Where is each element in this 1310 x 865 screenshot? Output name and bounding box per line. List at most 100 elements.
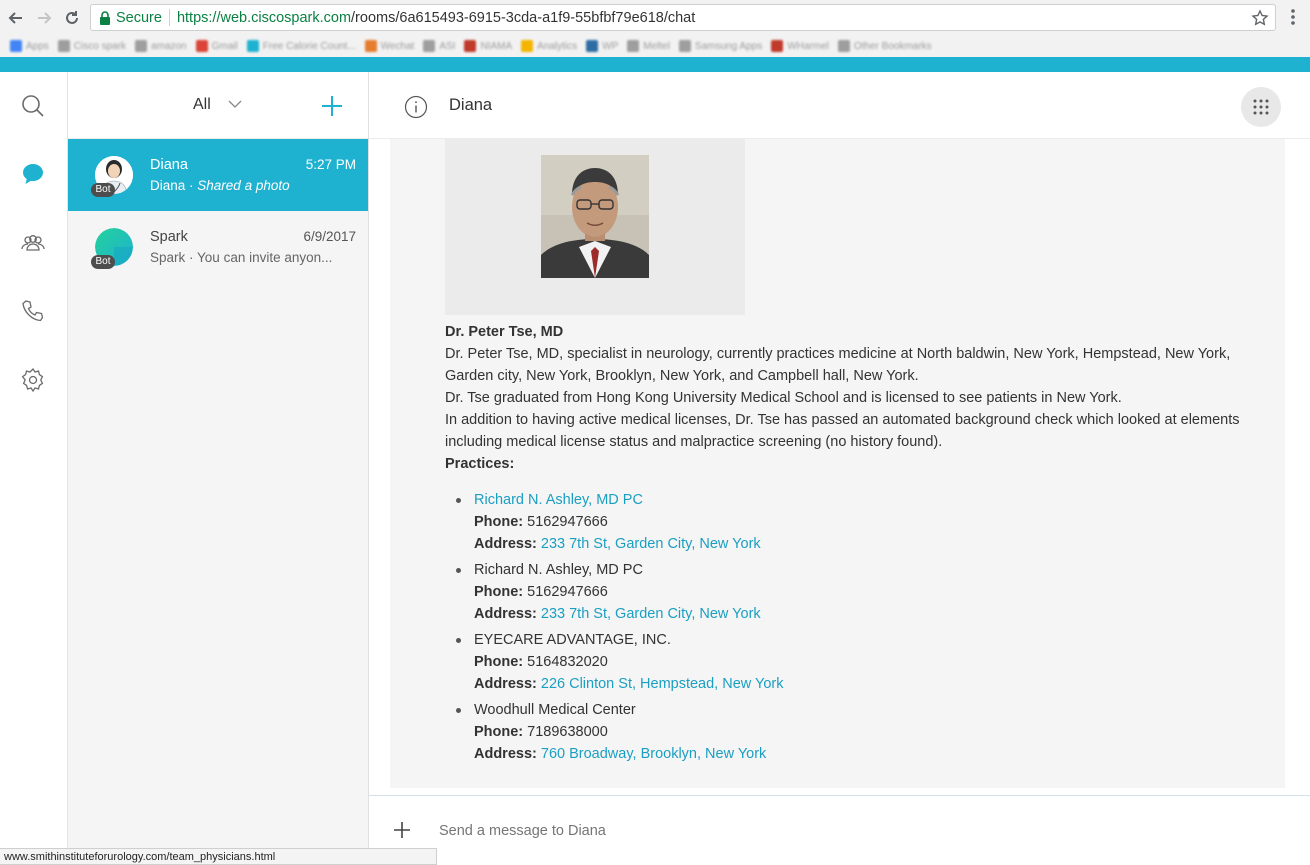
bookmark-label: Wechat [380, 40, 415, 52]
shared-photo-frame[interactable] [445, 139, 745, 315]
bookmark-item[interactable]: ASI [423, 40, 455, 52]
add-room-button[interactable] [321, 95, 343, 117]
address-link[interactable]: 233 7th St, Garden City, New York [541, 536, 761, 552]
bookmark-label: ASI [439, 40, 456, 52]
practices-heading: Practices: [445, 456, 515, 472]
search-icon[interactable] [20, 93, 46, 119]
bookmarks-bar: Apps Cisco spark amazon Gmail Free Calorie C… [0, 35, 1310, 57]
phone-value: 5164832020 [527, 654, 608, 670]
bookmark-item[interactable]: Cisco spark [57, 40, 126, 52]
phone-label: Phone: [474, 514, 524, 530]
practice-name-link[interactable]: Richard N. Ashley, MD PC [474, 489, 1245, 511]
bookmark-item[interactable]: Other Bookmarks [837, 40, 932, 52]
address-link[interactable]: 226 Clinton St, Hempstead, New York [541, 676, 784, 692]
preview-text: Shared a photo [197, 178, 290, 193]
bookmark-item[interactable]: Samsung Apps [678, 40, 762, 52]
practice-phone: Phone: 5162947666 [474, 581, 1245, 603]
bookmark-favicon-icon [627, 40, 640, 52]
bookmark-star-icon[interactable] [1251, 9, 1269, 27]
bot-badge: Bot [91, 183, 115, 197]
preview-sender: Diana · [150, 178, 198, 193]
doctor-description: Dr. Peter Tse, MD, specialist in neurolo… [445, 346, 1231, 384]
address-label: Address: [474, 746, 537, 762]
apps-grid-button[interactable] [1241, 87, 1281, 127]
bookmark-label: WP [602, 40, 619, 52]
bookmark-item[interactable]: Meltel [627, 40, 670, 52]
room-name: Spark [150, 229, 188, 245]
address-label: Address: [474, 606, 537, 622]
bookmark-item[interactable]: WHarmel [771, 40, 829, 52]
bookmark-label: Analytics [537, 40, 578, 52]
room-name: Diana [150, 157, 188, 173]
bot-badge: Bot [91, 255, 115, 269]
message-icon[interactable] [20, 161, 46, 187]
address-label: Address: [474, 676, 537, 692]
practice-address: Address: 226 Clinton St, Hempstead, New … [474, 673, 1245, 695]
practice-address: Address: 233 7th St, Garden City, New Yo… [474, 603, 1245, 625]
phone-label: Phone: [474, 724, 524, 740]
bot-message-card: Dr. Peter Tse, MD Dr. Peter Tse, MD, spe… [390, 139, 1285, 788]
bookmark-favicon-icon [678, 40, 691, 52]
practice-phone: Phone: 7189638000 [474, 721, 1245, 743]
conversation-panel: Diana Dr. Peter Tse, MD Dr. Peter Tse, M… [369, 72, 1310, 865]
omnibox-divider [168, 9, 170, 26]
bookmark-favicon-icon [195, 40, 208, 52]
phone-value: 5162947666 [527, 584, 608, 600]
bookmark-item[interactable]: Free Calorie Count... [246, 40, 356, 52]
bookmark-item[interactable]: Analytics [521, 40, 577, 52]
phone-value: 7189638000 [527, 724, 608, 740]
bookmark-favicon-icon [837, 40, 850, 52]
bookmark-label: Meltel [643, 40, 670, 52]
bookmark-label: Gmail [211, 40, 238, 52]
room-list-header: All [68, 72, 368, 139]
url-path: /rooms/6a615493-6915-3cda-a1f9-55bfbf79e… [351, 9, 696, 26]
bookmark-favicon-icon [246, 40, 259, 52]
bookmark-favicon-icon [423, 40, 436, 52]
bookmark-item[interactable]: Gmail [195, 40, 238, 52]
back-icon[interactable] [4, 6, 28, 30]
practice-name: EYECARE ADVANTAGE, INC. [474, 632, 671, 648]
bookmark-item[interactable]: Wechat [364, 40, 415, 52]
phone-icon[interactable] [20, 298, 46, 324]
bookmark-favicon-icon [464, 40, 477, 52]
address-link[interactable]: 233 7th St, Garden City, New York [541, 606, 761, 622]
bookmark-label: Apps [26, 40, 49, 52]
message-list[interactable]: Dr. Peter Tse, MD Dr. Peter Tse, MD, spe… [369, 139, 1310, 795]
bookmark-item[interactable]: NIAMA [464, 40, 512, 52]
address-bar[interactable]: Secure https://web.ciscospark.com/rooms/… [90, 4, 1276, 31]
bookmark-favicon-icon [10, 40, 22, 52]
doctor-photo[interactable] [541, 155, 649, 278]
info-icon[interactable] [404, 95, 428, 119]
practice-item: Richard N. Ashley, MD PC Phone: 516294766… [445, 489, 1245, 555]
url-text[interactable]: https://web.ciscospark.com/rooms/6a61549… [177, 10, 695, 26]
url-host: https://web.ciscospark.com [176, 9, 352, 26]
bookmark-item[interactable]: WP [586, 40, 618, 52]
browser-menu-icon[interactable] [1284, 7, 1302, 27]
room-filter-dropdown[interactable]: All [193, 96, 211, 114]
forward-icon[interactable] [32, 6, 56, 30]
bookmark-favicon-icon [135, 40, 148, 52]
practice-name: Richard N. Ashley, MD PC [474, 562, 643, 578]
chevron-down-icon[interactable] [228, 97, 242, 111]
room-list-panel: All Bot Diana 5:27 PM Diana · Shared a p… [68, 72, 369, 865]
reload-icon[interactable] [60, 6, 84, 30]
bookmark-item[interactable]: amazon [135, 40, 187, 52]
address-link[interactable]: 760 Broadway, Brooklyn, New York [541, 746, 766, 762]
practice-address: Address: 760 Broadway, Brooklyn, New Yor… [474, 743, 1245, 765]
bookmark-item[interactable]: Apps [10, 40, 49, 52]
preview-text: You can invite anyon... [197, 250, 333, 265]
add-attachment-icon[interactable] [391, 819, 413, 841]
people-icon[interactable] [20, 230, 46, 256]
conversation-header: Diana [369, 72, 1310, 139]
settings-icon[interactable] [20, 367, 46, 393]
practices-list: Richard N. Ashley, MD PC Phone: 516294766… [445, 489, 1245, 765]
room-item-diana[interactable]: Bot Diana 5:27 PM Diana · Shared a photo [68, 139, 368, 211]
practice-phone: Phone: 5162947666 [474, 511, 1245, 533]
doctor-background-check: In addition to having active medical lic… [445, 412, 1240, 450]
bookmark-favicon-icon [57, 40, 70, 52]
link-status-bar: www.smithinstituteforurology.com/team_ph… [0, 848, 437, 865]
room-item-spark[interactable]: Bot Spark 6/9/2017 Spark · You can invit… [68, 211, 368, 283]
grid-icon [1253, 99, 1269, 115]
message-composer [369, 795, 1310, 865]
message-input[interactable] [439, 823, 1239, 839]
